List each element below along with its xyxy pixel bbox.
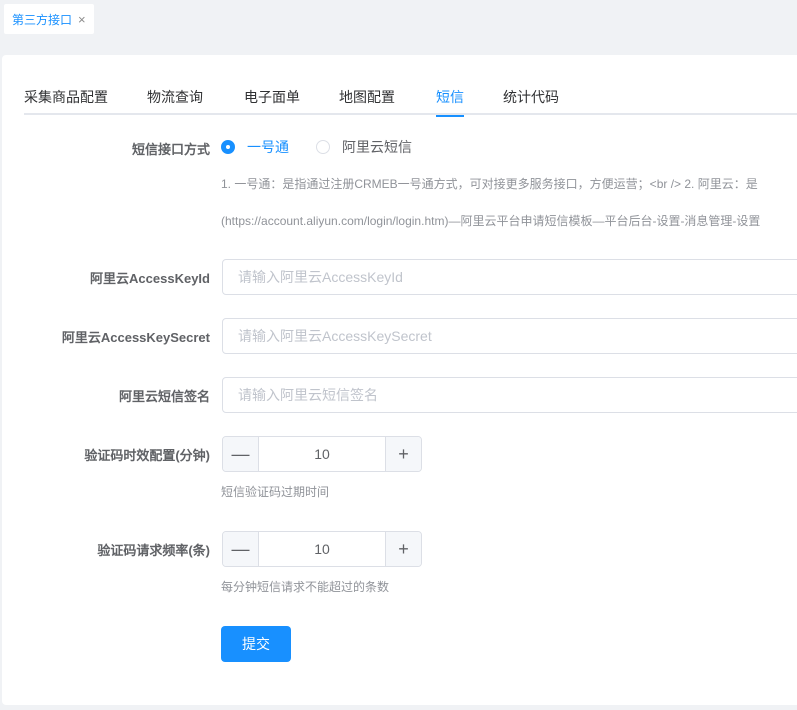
access-key-id-input[interactable] <box>222 259 797 295</box>
page-tabs-bar: 第三方接口 × <box>0 0 797 44</box>
radio-unchecked-icon <box>316 140 330 154</box>
tab-logistics[interactable]: 物流查询 <box>147 87 203 115</box>
code-rate-value[interactable]: 10 <box>259 532 385 566</box>
code-expire-value[interactable]: 10 <box>259 437 385 471</box>
tab-sms[interactable]: 短信 <box>436 87 464 117</box>
radio-aliyun-sms-label: 阿里云短信 <box>342 139 412 155</box>
sms-method-label: 短信接口方式 <box>131 142 210 157</box>
sms-sign-input[interactable] <box>222 377 797 413</box>
access-key-id-label: 阿里云AccessKeyId <box>90 271 210 286</box>
increase-button[interactable]: + <box>385 437 421 471</box>
access-key-secret-input[interactable] <box>222 318 797 354</box>
settings-nav: 采集商品配置 物流查询 电子面单 地图配置 短信 统计代码 <box>24 87 797 117</box>
page-tab-label: 第三方接口 <box>12 12 73 27</box>
code-expire-stepper[interactable]: — 10 + <box>222 436 422 472</box>
close-icon[interactable]: × <box>78 13 86 26</box>
tab-collect-goods[interactable]: 采集商品配置 <box>24 87 108 115</box>
code-expire-tip: 短信验证码过期时间 <box>221 485 330 499</box>
sms-method-tip-line1: 1. 一号通：是指通过注册CRMEB一号通方式，可对接更多服务接口，方便运营；<… <box>221 177 758 191</box>
settings-card: 采集商品配置 物流查询 电子面单 地图配置 短信 统计代码 短信接口方式 一号通… <box>2 55 797 705</box>
submit-button[interactable]: 提交 <box>221 626 291 662</box>
access-key-secret-label: 阿里云AccessKeySecret <box>61 330 210 345</box>
tab-map-config[interactable]: 地图配置 <box>339 87 395 115</box>
radio-yihaotong[interactable]: 一号通 <box>221 137 289 157</box>
radio-checked-icon <box>221 140 235 154</box>
increase-button[interactable]: + <box>385 532 421 566</box>
sms-sign-label: 阿里云短信签名 <box>118 389 210 404</box>
sms-method-tip-line2: (https://account.aliyun.com/login/login.… <box>221 214 761 228</box>
code-rate-label: 验证码请求频率(条) <box>97 543 210 558</box>
code-expire-label: 验证码时效配置(分钟) <box>84 448 210 463</box>
radio-yihaotong-label: 一号通 <box>247 139 289 155</box>
radio-aliyun-sms[interactable]: 阿里云短信 <box>316 137 412 157</box>
code-rate-tip: 每分钟短信请求不能超过的条数 <box>221 580 390 594</box>
tab-e-waybill[interactable]: 电子面单 <box>244 87 300 115</box>
page-tab-third-party[interactable]: 第三方接口 × <box>4 4 94 34</box>
code-rate-stepper[interactable]: — 10 + <box>222 531 422 567</box>
decrease-button[interactable]: — <box>223 532 259 566</box>
decrease-button[interactable]: — <box>223 437 259 471</box>
tab-stats-code[interactable]: 统计代码 <box>503 87 559 115</box>
